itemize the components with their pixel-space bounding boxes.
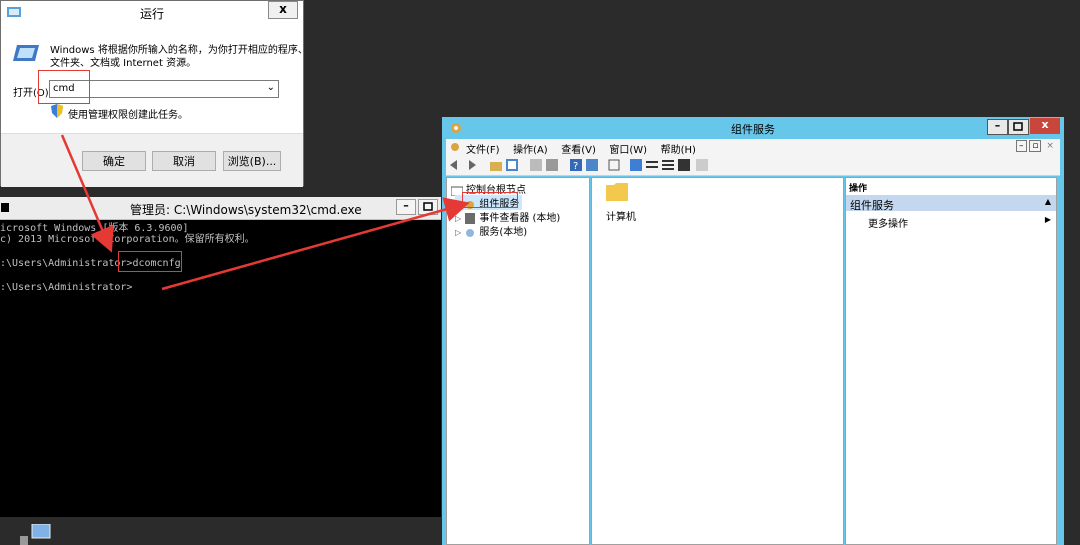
arrow-cmd-to-component-services <box>161 197 470 291</box>
annotation-arrows <box>60 134 470 291</box>
arrow-run-to-cmd <box>60 134 114 253</box>
